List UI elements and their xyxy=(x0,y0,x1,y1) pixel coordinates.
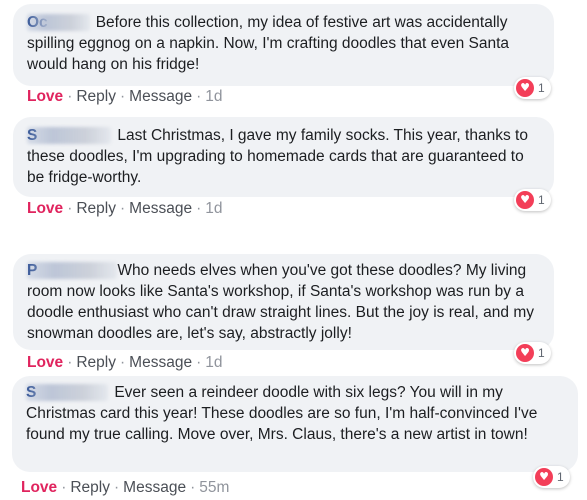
separator: · xyxy=(190,479,196,496)
reaction-count: 1 xyxy=(557,470,564,484)
reaction-count: 1 xyxy=(538,346,545,360)
separator: · xyxy=(196,200,202,217)
redaction-blur xyxy=(27,262,118,279)
comment-actions: Love · Reply · Message · 55m xyxy=(21,479,229,497)
separator: · xyxy=(61,479,67,496)
timestamp[interactable]: 1d xyxy=(205,88,222,105)
timestamp[interactable]: 55m xyxy=(199,479,229,496)
comment-bubble: SEver seen a reindeer doodle with six le… xyxy=(12,376,578,472)
message-button[interactable]: Message xyxy=(129,88,192,105)
separator: · xyxy=(120,88,126,105)
author-name[interactable]: S xyxy=(26,382,109,403)
author-name[interactable]: S xyxy=(27,125,112,146)
love-button[interactable]: Love xyxy=(27,200,63,217)
timestamp[interactable]: 1d xyxy=(205,354,222,371)
heart-icon: ♥ xyxy=(516,344,534,362)
reaction-count: 1 xyxy=(538,193,545,207)
comment-bubble: PWho needs elves when you've got these d… xyxy=(13,254,554,350)
author-name[interactable]: P xyxy=(27,260,118,281)
comment-actions: Love · Reply · Message · 1d xyxy=(27,354,223,372)
comment-actions: Love · Reply · Message · 1d xyxy=(27,88,223,106)
love-button[interactable]: Love xyxy=(27,354,63,371)
message-button[interactable]: Message xyxy=(129,200,192,217)
author-name[interactable]: Oc xyxy=(27,12,90,33)
redaction-blur xyxy=(26,384,109,401)
heart-icon: ♥ xyxy=(516,79,534,97)
separator: · xyxy=(196,88,202,105)
reaction-badge[interactable]: ♥ 1 xyxy=(514,77,551,99)
redaction-blur xyxy=(27,14,90,31)
timestamp[interactable]: 1d xyxy=(205,200,222,217)
comment-text: Before this collection, my idea of festi… xyxy=(27,14,510,73)
comment-bubble: OcBefore this collection, my idea of fes… xyxy=(13,4,554,86)
separator: · xyxy=(114,479,120,496)
separator: · xyxy=(196,354,202,371)
reply-button[interactable]: Reply xyxy=(76,200,116,217)
message-button[interactable]: Message xyxy=(129,354,192,371)
comment-bubble: SLast Christmas, I gave my family socks.… xyxy=(13,117,554,197)
separator: · xyxy=(67,200,73,217)
reaction-count: 1 xyxy=(538,81,545,95)
reaction-badge[interactable]: ♥ 1 xyxy=(533,466,570,488)
redaction-blur xyxy=(27,127,112,144)
love-button[interactable]: Love xyxy=(21,479,57,496)
reply-button[interactable]: Reply xyxy=(70,479,110,496)
reply-button[interactable]: Reply xyxy=(76,354,116,371)
separator: · xyxy=(67,88,73,105)
message-button[interactable]: Message xyxy=(123,479,186,496)
reaction-badge[interactable]: ♥ 1 xyxy=(514,189,551,211)
separator: · xyxy=(67,354,73,371)
separator: · xyxy=(120,354,126,371)
comment-actions: Love · Reply · Message · 1d xyxy=(27,200,223,218)
reply-button[interactable]: Reply xyxy=(76,88,116,105)
heart-icon: ♥ xyxy=(516,191,534,209)
reaction-badge[interactable]: ♥ 1 xyxy=(514,342,551,364)
separator: · xyxy=(120,200,126,217)
heart-icon: ♥ xyxy=(535,468,553,486)
love-button[interactable]: Love xyxy=(27,88,63,105)
